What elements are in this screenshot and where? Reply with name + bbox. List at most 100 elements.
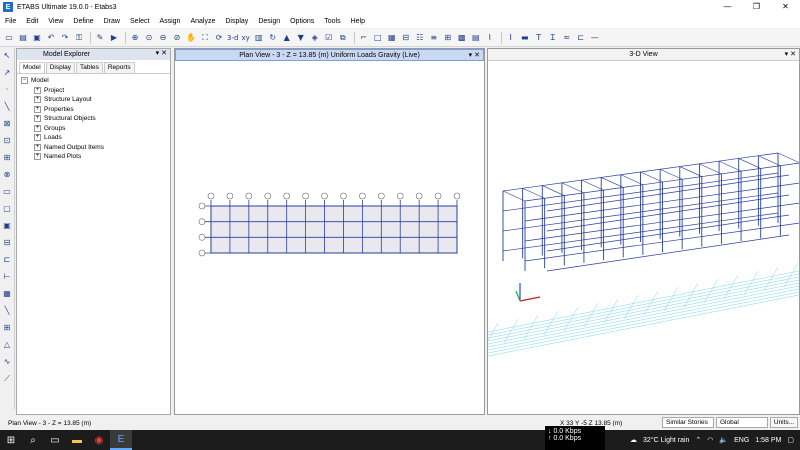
expand-icon[interactable]: + [34,96,41,104]
rectangle-icon[interactable]: □ [372,32,384,44]
expand-icon[interactable]: + [34,105,41,113]
weather-icon[interactable]: ☁ [630,436,637,444]
plan-view-canvas[interactable] [175,61,484,414]
up-arrow-icon[interactable]: ▲ [281,32,293,44]
search-icon[interactable]: ⌕ [22,430,44,450]
tree-item-groups[interactable]: + Groups [17,124,170,134]
collapse-icon[interactable]: − [21,77,28,85]
redo-icon[interactable]: ↷ [59,32,71,44]
beam-t-icon[interactable]: T [533,32,545,44]
3d-view-canvas[interactable] [482,61,800,414]
language-indicator[interactable]: ENG [734,437,749,444]
draw-table-icon[interactable]: ⊞ [2,322,13,333]
menu-tools[interactable]: Tools [319,18,345,25]
etabs-taskbar-icon[interactable]: E [110,430,132,450]
tree-item-structural-objects[interactable]: + Structural Objects [17,114,170,124]
tab-reports[interactable]: Reports [103,62,135,73]
tab-display[interactable]: Display [45,62,76,73]
minimize-button[interactable]: — [713,0,742,14]
menu-edit[interactable]: Edit [21,18,43,25]
lock-icon[interactable]: ⚿ [73,32,85,44]
pin-close-icons[interactable]: ▾ ✕ [785,50,796,58]
menu-options[interactable]: Options [285,18,319,25]
pin-close-icons[interactable]: ▾ ✕ [469,51,480,59]
tree-item-structure-layout[interactable]: + Structure Layout [17,95,170,105]
plate-icon[interactable]: ▬ [519,32,531,44]
frame-icon[interactable]: ⌐ [358,32,370,44]
pointer-icon[interactable]: ↖ [2,50,13,61]
down-arrow-icon[interactable]: ▼ [295,32,307,44]
3d-view-header[interactable]: 3-D View ▾ ✕ [488,49,799,61]
tree-item-named-plots[interactable]: + Named Plots [17,152,170,162]
draw-wall-icon[interactable]: ⊞ [2,152,13,163]
dropdown-icon[interactable]: ⊏ [575,32,587,44]
rotate-icon[interactable]: ↻ [267,32,279,44]
menu-assign[interactable]: Assign [154,18,185,25]
expand-icon[interactable]: + [34,124,41,132]
plan-view-pane[interactable]: Plan View - 3 - Z = 13.85 (m) Uniform Lo… [174,48,485,415]
weather-text[interactable]: 32°C Light rain [643,437,689,444]
deformed-icon[interactable]: ⌇ [484,32,496,44]
draw-point-icon[interactable]: · [2,84,13,95]
elevation-icon[interactable]: ▥ [253,32,265,44]
tree-item-loads[interactable]: + Loads [17,133,170,143]
tables-icon[interactable]: ▤ [470,32,482,44]
3d-view-pane[interactable]: 3-D View ▾ ✕ [482,48,800,415]
grid-icon[interactable]: ▦ [386,32,398,44]
save-icon[interactable]: ▣ [31,32,43,44]
undo-icon[interactable]: ↶ [45,32,57,44]
draw-floor-icon[interactable]: ▭ [2,186,13,197]
draw-link-icon[interactable]: ╲ [2,305,13,316]
file-explorer-icon[interactable]: ▬ [66,430,88,450]
draw-x-icon[interactable]: ⊗ [2,169,13,180]
windows-start-icon[interactable]: ⊞ [0,430,22,450]
menu-select[interactable]: Select [125,18,154,25]
draw-dimension-icon[interactable]: ⊢ [2,271,13,282]
frames-icon[interactable]: ⊞ [442,32,454,44]
zoom-all-icon[interactable]: ⛶ [199,32,211,44]
wifi-icon[interactable]: ◠ [707,436,713,444]
layers-icon[interactable]: ☷ [414,32,426,44]
task-view-icon[interactable]: ▭ [44,430,66,450]
menu-file[interactable]: File [0,18,21,25]
volume-icon[interactable]: 🔈 [719,436,728,444]
line-icon[interactable]: — [589,32,601,44]
tree-item-project[interactable]: + Project [17,86,170,96]
expand-icon[interactable]: + [34,153,41,161]
draw-section-icon[interactable]: ⊟ [2,237,13,248]
new-icon[interactable]: ▭ [3,32,15,44]
pin-close-icons[interactable]: ▾ ✕ [156,49,167,57]
draw-ruler-icon[interactable]: ⟋ [2,373,13,384]
menu-help[interactable]: Help [346,18,370,25]
mesh-icon[interactable]: ▩ [456,32,468,44]
expand-icon[interactable]: + [34,134,41,142]
refresh-icon[interactable]: ⟳ [213,32,225,44]
tree-item-named-output-items[interactable]: + Named Output Items [17,143,170,153]
lines-icon[interactable]: ≡ [428,32,440,44]
draw-region-icon[interactable]: ⊏ [2,254,13,265]
3d-view-button[interactable]: 3-d [227,34,238,42]
object-shrink-icon[interactable]: ⧉ [337,32,349,44]
tree-item-properties[interactable]: + Properties [17,105,170,115]
draw-tendon-icon[interactable]: △ [2,339,13,350]
menu-view[interactable]: View [43,18,68,25]
select-icon[interactable]: ☑ [323,32,335,44]
chrome-icon[interactable]: ◉ [88,430,110,450]
plan-view-button[interactable]: xy [241,34,249,42]
run-icon[interactable]: ▶ [108,32,120,44]
menu-define[interactable]: Define [68,18,98,25]
draw-grid-icon[interactable]: ▦ [2,288,13,299]
pencil-icon[interactable]: ✎ [94,32,106,44]
reshape-icon[interactable]: ↗ [2,67,13,78]
tray-chevron-icon[interactable]: ⌃ [695,436,701,444]
zoom-out-icon[interactable]: ⊖ [157,32,169,44]
pan-icon[interactable]: ✋ [185,32,197,44]
plan-view-header[interactable]: Plan View - 3 - Z = 13.85 (m) Uniform Lo… [175,49,484,61]
menu-analyze[interactable]: Analyze [185,18,220,25]
notification-icon[interactable]: ▢ [787,436,794,444]
draw-wave-icon[interactable]: ∿ [2,356,13,367]
stories-dropdown[interactable]: Similar Stories [662,417,714,428]
tree-item-model[interactable]: − Model [17,76,170,86]
open-icon[interactable]: ▤ [17,32,29,44]
zoom-in-icon[interactable]: ⊕ [129,32,141,44]
